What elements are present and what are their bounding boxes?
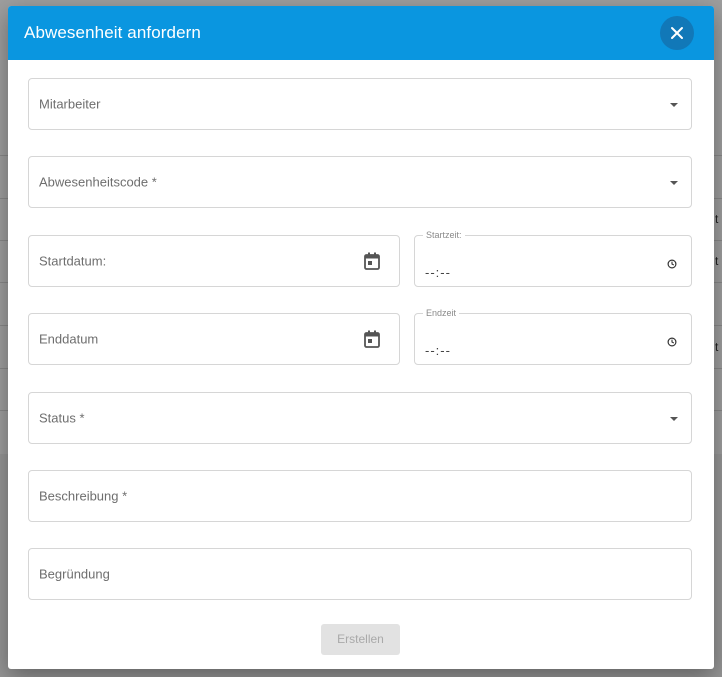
status-label: Status * [39,410,85,426]
dialog-title: Abwesenheit anfordern [24,23,201,42]
close-icon [671,27,683,39]
chevron-down-icon [670,181,678,185]
clock-icon[interactable] [667,337,677,347]
absence-request-dialog: Abwesenheit anfordern Mitarbeiter Abwese… [8,6,714,669]
chevron-down-icon [670,417,678,421]
absence-code-label: Abwesenheitscode * [39,174,157,190]
calendar-icon[interactable] [364,330,380,348]
start-date-field[interactable]: Startdatum: [28,235,400,287]
close-button[interactable] [660,16,694,50]
description-label: Beschreibung * [39,488,128,504]
end-time-field[interactable]: Endzeit --:-- [414,308,692,365]
calendar-icon[interactable] [364,252,380,270]
employee-label: Mitarbeiter [39,96,101,112]
reason-input[interactable]: Begründung [28,548,692,600]
dialog-header: Abwesenheit anfordern [8,6,714,60]
end-time-legend: Endzeit [423,308,460,319]
absence-code-select[interactable]: Abwesenheitscode * [28,156,692,208]
status-select[interactable]: Status * [28,392,692,444]
start-time-field[interactable]: Startzeit: --:-- [414,230,692,287]
description-input[interactable]: Beschreibung * [28,470,692,522]
employee-select[interactable]: Mitarbeiter [28,78,692,130]
start-time-value: --:-- [425,265,451,280]
clock-icon[interactable] [667,259,677,269]
end-date-field[interactable]: Enddatum [28,313,400,365]
end-date-label: Enddatum [39,331,99,347]
start-date-label: Startdatum: [39,253,107,269]
start-time-legend: Startzeit: [423,230,465,241]
reason-label: Begründung [39,566,110,582]
create-button[interactable]: Erstellen [321,624,400,655]
end-time-value: --:-- [425,343,451,358]
chevron-down-icon [670,103,678,107]
